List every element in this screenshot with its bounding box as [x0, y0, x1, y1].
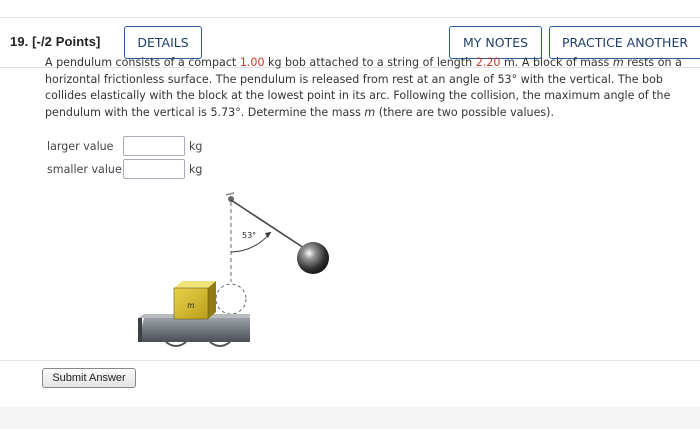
bob-lowest-position — [215, 283, 247, 315]
answer-label: larger value — [47, 139, 114, 153]
given-length-value: 2.20 — [475, 56, 501, 69]
pendulum-diagram: 53° m — [138, 192, 329, 347]
unit-label: kg — [189, 162, 203, 176]
block-label: m — [187, 301, 195, 310]
pendulum-figure: 53° m — [130, 190, 350, 365]
question-text: A pendulum consists of a compact 1.00 kg… — [45, 56, 682, 119]
question-number: 19. [-/2 Points] — [10, 34, 101, 49]
unit-label: kg — [189, 139, 203, 153]
answer-row-smaller: smaller value kg — [47, 159, 202, 179]
given-mass-value: 1.00 — [239, 56, 265, 69]
answer-row-larger: larger value kg — [47, 136, 202, 156]
page-bottom-band — [0, 407, 700, 429]
smaller-value-input[interactable] — [123, 159, 185, 179]
answer-label: smaller value — [47, 162, 122, 176]
angle-label: 53° — [242, 231, 256, 240]
block-m: m — [173, 281, 216, 320]
submit-answer-button[interactable]: Submit Answer — [42, 368, 136, 388]
pendulum-bob — [297, 242, 329, 274]
footer-divider — [0, 360, 700, 361]
pendulum-string — [230, 199, 311, 253]
larger-value-input[interactable] — [123, 136, 185, 156]
